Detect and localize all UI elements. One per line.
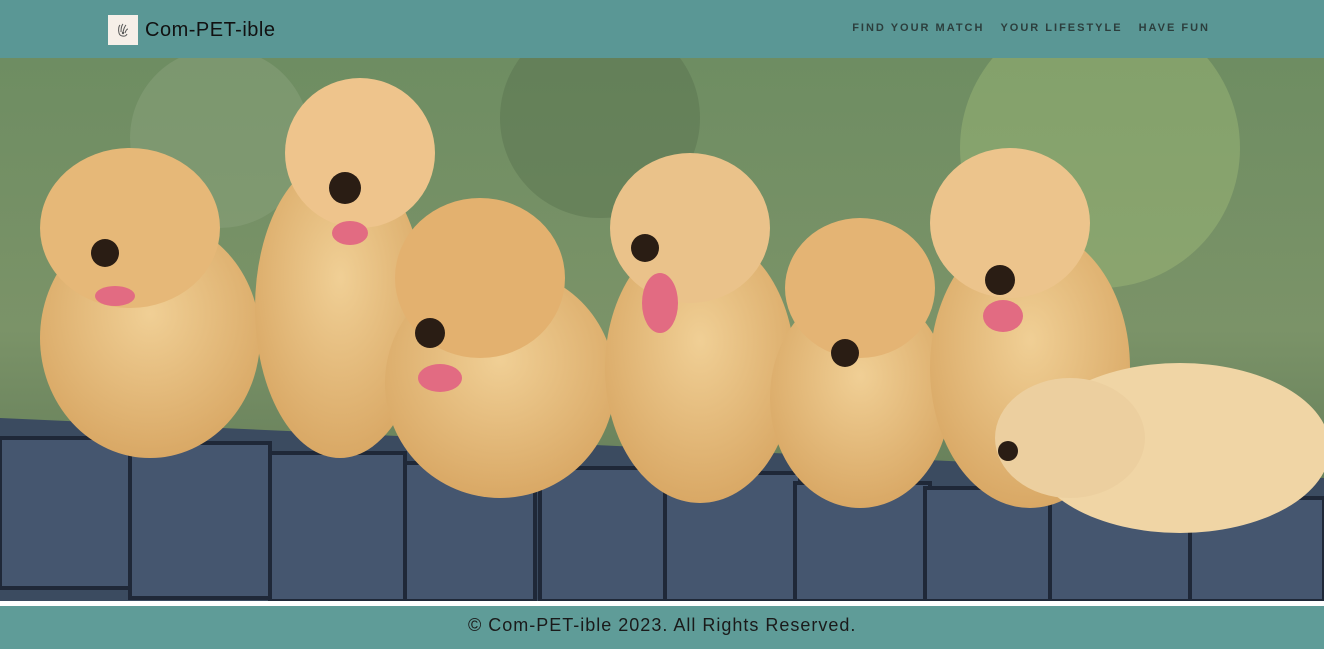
brand-name: Com-PET-ible — [145, 18, 276, 41]
nav-have-fun[interactable]: HAVE FUN — [1139, 22, 1210, 34]
footer: © Com-PET-ible 2023. All Rights Reserved… — [0, 606, 1324, 649]
paw-hand-icon — [108, 15, 138, 45]
main-nav: FIND YOUR MATCH YOUR LIFESTYLE HAVE FUN — [852, 22, 1210, 34]
copyright-text: © Com-PET-ible 2023. All Rights Reserved… — [468, 615, 857, 635]
puppies-photo — [0, 58, 1324, 601]
nav-your-lifestyle[interactable]: YOUR LIFESTYLE — [1000, 22, 1122, 34]
brand-link[interactable]: Com-PET-ible — [108, 15, 275, 45]
navbar: Com-PET-ible FIND YOUR MATCH YOUR LIFEST… — [0, 0, 1324, 58]
hero-image — [0, 58, 1324, 601]
nav-find-your-match[interactable]: FIND YOUR MATCH — [852, 22, 984, 34]
